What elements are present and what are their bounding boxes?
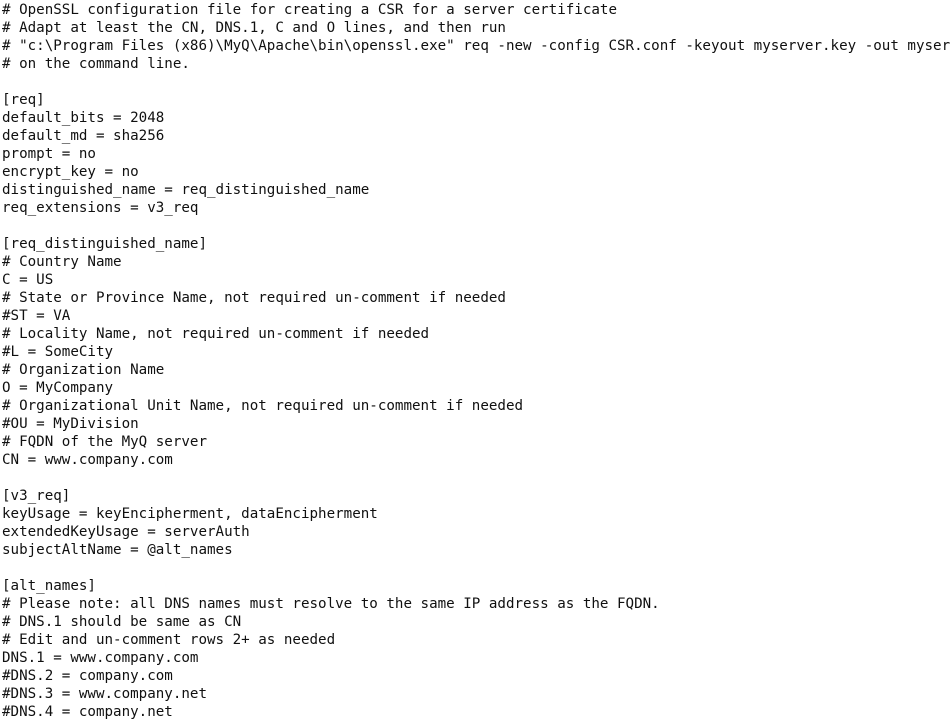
config-line: C = US (2, 272, 54, 288)
config-line: DNS.1 = www.company.com (2, 650, 199, 666)
config-line: # Please note: all DNS names must resolv… (2, 596, 660, 612)
config-line: # OpenSSL configuration file for creatin… (2, 2, 617, 18)
config-line: #DNS.2 = company.com (2, 668, 173, 684)
config-line: #DNS.4 = company.net (2, 704, 173, 720)
config-line: # Country Name (2, 254, 122, 270)
config-line: CN = www.company.com (2, 452, 173, 468)
config-line: # FQDN of the MyQ server (2, 434, 207, 450)
config-line: # Edit and un-comment rows 2+ as needed (2, 632, 336, 648)
config-file-content[interactable]: # OpenSSL configuration file for creatin… (2, 1, 950, 721)
config-line (2, 217, 950, 235)
config-line (2, 469, 950, 487)
config-line: O = MyCompany (2, 380, 114, 396)
config-line: [req] (2, 92, 45, 108)
config-line: default_md = sha256 (2, 128, 165, 144)
config-line: #DNS.3 = www.company.net (2, 686, 207, 702)
config-line: # on the command line. (2, 56, 190, 72)
config-line: extendedKeyUsage = serverAuth (2, 524, 250, 540)
config-line: req_extensions = v3_req (2, 200, 199, 216)
config-line: subjectAltName = @alt_names (2, 542, 233, 558)
config-line: # State or Province Name, not required u… (2, 290, 506, 306)
config-line: #L = SomeCity (2, 344, 114, 360)
config-line: # DNS.1 should be same as CN (2, 614, 242, 630)
config-line (2, 73, 950, 91)
config-line: # Adapt at least the CN, DNS.1, C and O … (2, 20, 506, 36)
config-file-text-view[interactable]: # OpenSSL configuration file for creatin… (0, 0, 950, 726)
config-line: default_bits = 2048 (2, 110, 165, 126)
config-line: #ST = VA (2, 308, 71, 324)
config-line: # Locality Name, not required un-comment… (2, 326, 430, 342)
config-line: keyUsage = keyEncipherment, dataEncipher… (2, 506, 378, 522)
config-line: prompt = no (2, 146, 96, 162)
config-line: # Organizational Unit Name, not required… (2, 398, 524, 414)
config-line: [alt_names] (2, 578, 96, 594)
config-line: [req_distinguished_name] (2, 236, 207, 252)
config-line: [v3_req] (2, 488, 71, 504)
config-line: encrypt_key = no (2, 164, 139, 180)
config-line: distinguished_name = req_distinguished_n… (2, 182, 370, 198)
config-line (2, 559, 950, 577)
config-line: # "c:\Program Files (x86)\MyQ\Apache\bin… (2, 38, 950, 54)
config-line: # Organization Name (2, 362, 165, 378)
config-line: #OU = MyDivision (2, 416, 139, 432)
